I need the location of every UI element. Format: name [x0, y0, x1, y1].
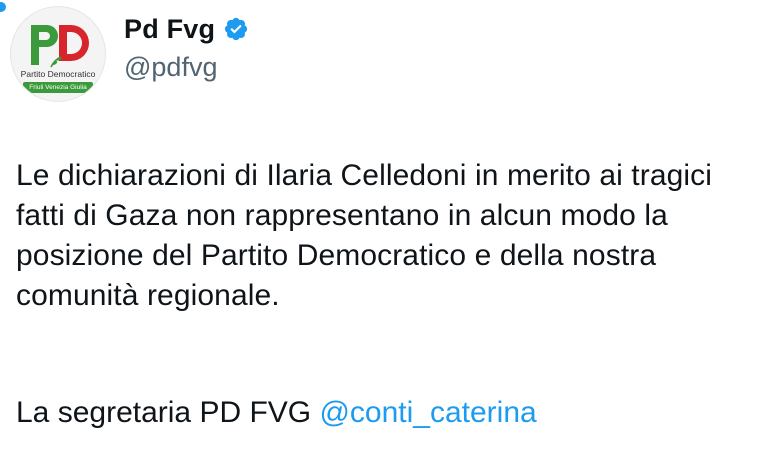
mention-link[interactable]: @conti_caterina [319, 396, 536, 429]
avatar[interactable]: Partito Democratico Friuli Venezia Giuli… [10, 6, 106, 102]
blue-dot-icon [0, 2, 6, 12]
logo-party-name: Partito Democratico [20, 69, 96, 79]
tweet-header: Partito Democratico Friuli Venezia Giuli… [10, 6, 249, 102]
account-names: Pd Fvg @pdfvg [124, 12, 249, 83]
verified-badge-icon[interactable] [223, 16, 249, 42]
tweet-signature: La segretaria PD FVG @conti_caterina [16, 393, 537, 433]
display-name[interactable]: Pd Fvg [124, 14, 215, 45]
tweet-text: Le dichiarazioni di Ilaria Celledoni in … [16, 159, 713, 312]
tweet-card: Partito Democratico Friuli Venezia Giuli… [0, 0, 768, 455]
tweet-body: Le dichiarazioni di Ilaria Celledoni in … [16, 156, 756, 316]
account-handle[interactable]: @pdfvg [124, 52, 249, 83]
signature-text: La segretaria PD FVG [16, 396, 320, 429]
logo-region-name: Friuli Venezia Giulia [23, 82, 93, 93]
display-name-row: Pd Fvg [124, 12, 249, 46]
